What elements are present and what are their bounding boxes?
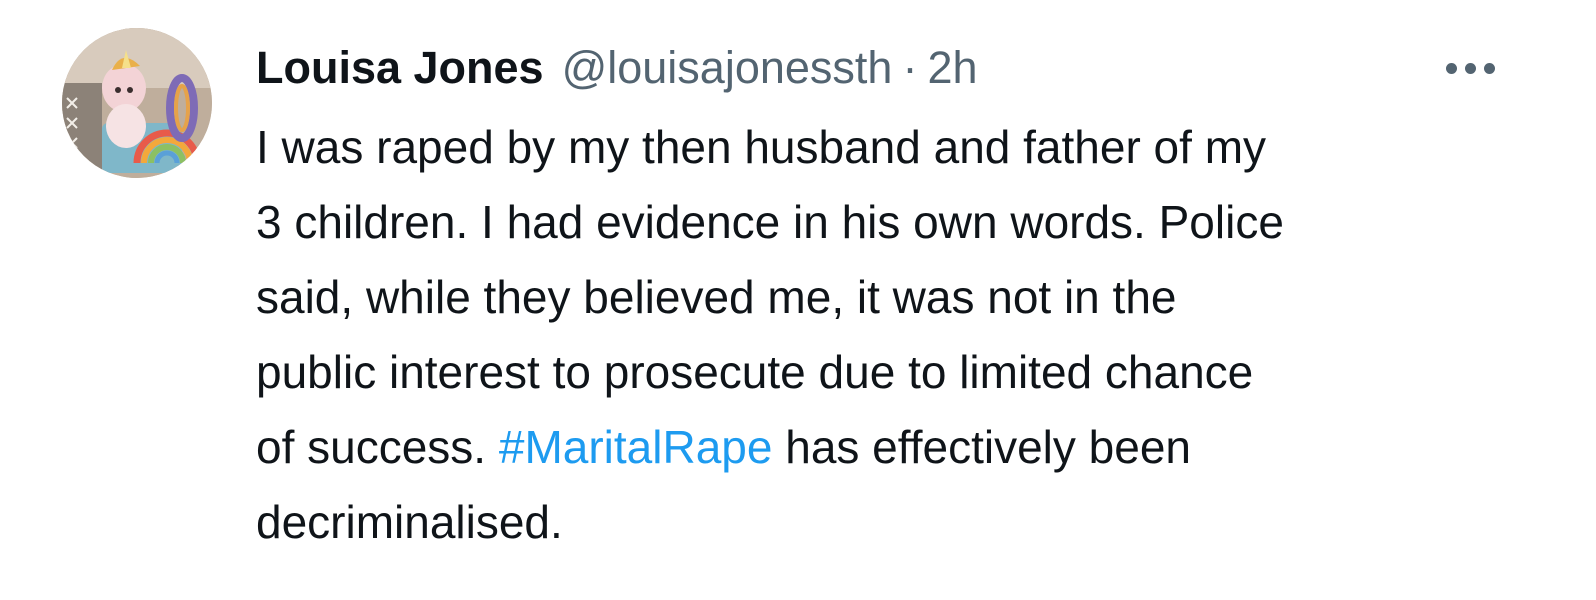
tweet-text-line: decriminalised. [256,496,563,548]
hashtag-link[interactable]: #MaritalRape [499,421,773,473]
more-options-button[interactable] [1440,48,1506,88]
more-dot [1484,62,1495,74]
tweet[interactable]: Louisa Jones @louisajonessth · 2h I was … [0,0,1596,600]
tweet-text-line: 3 children. I had evidence in his own wo… [256,196,1284,248]
tweet-header: Louisa Jones @louisajonessth · 2h [256,38,978,98]
tweet-timestamp[interactable]: 2h [927,38,977,98]
author-handle[interactable]: @louisajonessth [562,38,893,98]
tweet-text-segment: has effectively been [772,421,1191,473]
tweet-text-line: said, while they believed me, it was not… [256,271,1177,323]
more-options-icon [1446,62,1495,74]
author-display-name[interactable]: Louisa Jones [256,38,544,98]
avatar-image [62,28,212,178]
tweet-text: I was raped by my then husband and fathe… [256,110,1546,560]
tweet-text-line: of success. #MaritalRape has effectively… [256,410,1546,485]
tweet-text-segment: of success. [256,421,499,473]
header-separator: · [902,42,918,93]
more-dot [1465,62,1476,74]
avatar[interactable] [62,28,212,178]
tweet-text-line: I was raped by my then husband and fathe… [256,121,1267,173]
more-dot [1446,62,1457,74]
tweet-text-line: public interest to prosecute due to limi… [256,346,1254,398]
